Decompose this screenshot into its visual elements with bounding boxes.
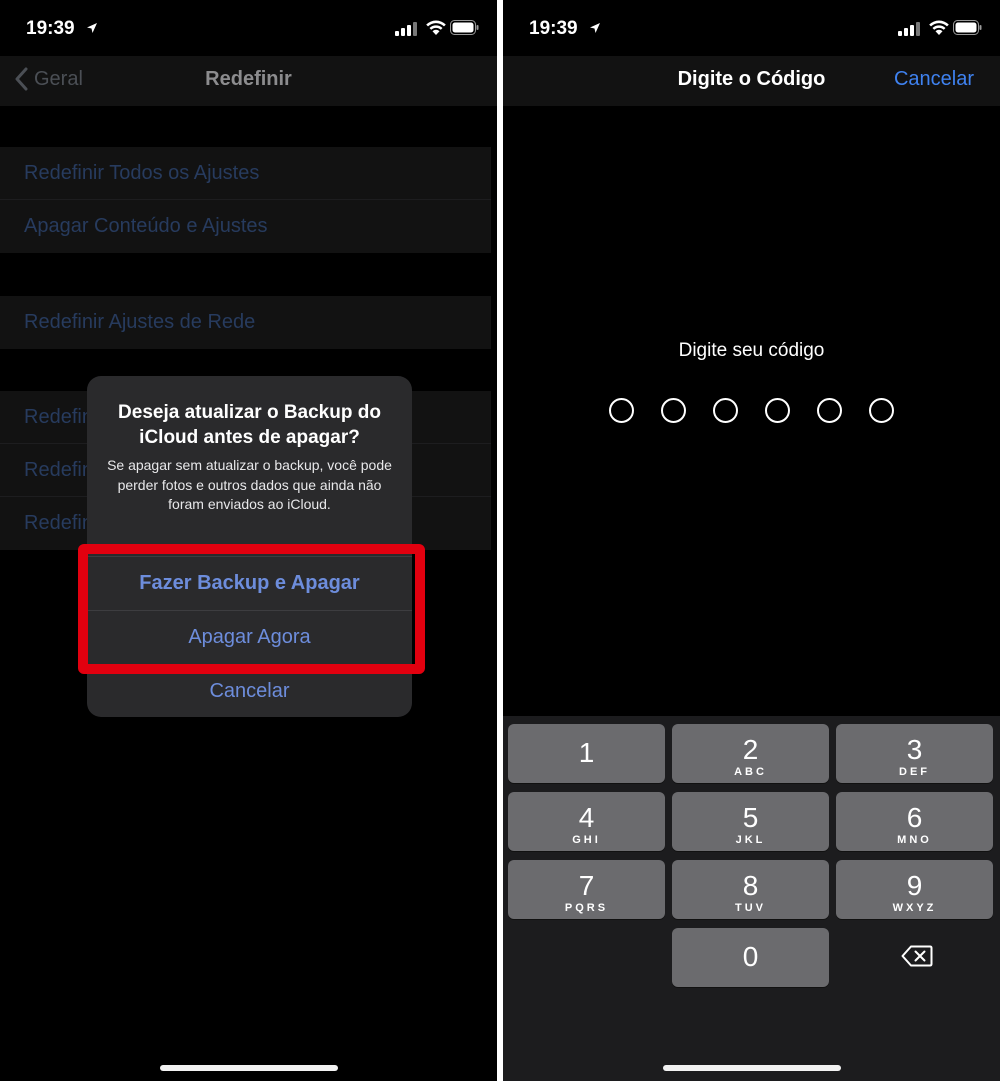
settings-group-1: Redefinir Todos os Ajustes Apagar Conteú… bbox=[0, 147, 491, 253]
wifi-icon bbox=[929, 20, 949, 35]
home-indicator[interactable] bbox=[662, 1065, 841, 1071]
cellular-signal-icon bbox=[898, 22, 920, 36]
alert-title: Deseja atualizar o Backup do iCloud ante… bbox=[118, 402, 381, 448]
key-6[interactable]: 6 MNO bbox=[836, 792, 993, 851]
key-0[interactable]: 0 bbox=[672, 928, 829, 987]
alert-message: Se apagar sem atualizar o backup, você p… bbox=[107, 457, 392, 512]
passcode-dot bbox=[661, 398, 686, 423]
settings-group-2: Redefinir Ajustes de Rede bbox=[0, 296, 491, 349]
location-arrow-icon bbox=[87, 23, 97, 33]
key-2[interactable]: 2 ABC bbox=[672, 724, 829, 783]
passcode-dot bbox=[713, 398, 738, 423]
key-8[interactable]: 8 TUV bbox=[672, 860, 829, 919]
erase-content-settings-row[interactable]: Apagar Conteúdo e Ajustes bbox=[0, 200, 491, 253]
cellular-signal-icon bbox=[395, 22, 417, 36]
home-indicator[interactable] bbox=[159, 1065, 338, 1071]
passcode-prompt: Digite seu código bbox=[678, 340, 825, 361]
numeric-keypad: 1 2 ABC 3 DEF 4 GHI 5 JKL 6 MNO 7 PQRS 8… bbox=[503, 716, 1000, 1081]
delete-backspace-icon[interactable] bbox=[901, 945, 933, 967]
status-time: 19:39 bbox=[26, 18, 75, 39]
passcode-dots bbox=[503, 398, 1000, 423]
highlight-annotation-box bbox=[78, 544, 425, 674]
cancel-button[interactable]: Cancelar bbox=[894, 68, 974, 91]
status-time: 19:39 bbox=[529, 18, 578, 39]
passcode-dot bbox=[817, 398, 842, 423]
passcode-dot bbox=[609, 398, 634, 423]
status-bar: 19:39 bbox=[0, 0, 497, 56]
reset-settings-screen: 19:39 Geral Redefinir Redefinir Todos os… bbox=[0, 0, 497, 1081]
battery-icon bbox=[450, 20, 479, 35]
location-arrow-icon bbox=[590, 23, 600, 33]
key-7[interactable]: 7 PQRS bbox=[508, 860, 665, 919]
key-9[interactable]: 9 WXYZ bbox=[836, 860, 993, 919]
status-bar: 19:39 bbox=[503, 0, 1000, 56]
passcode-screen: 19:39 Digite o Código Cancelar Digite se… bbox=[503, 0, 1000, 1081]
key-1[interactable]: 1 bbox=[508, 724, 665, 783]
navigation-bar: Digite o Código Cancelar bbox=[503, 56, 1000, 106]
page-title: Redefinir bbox=[205, 68, 292, 90]
wifi-icon bbox=[426, 20, 446, 35]
key-5[interactable]: 5 JKL bbox=[672, 792, 829, 851]
navigation-bar: Geral Redefinir bbox=[0, 56, 497, 106]
battery-icon bbox=[953, 20, 982, 35]
key-3[interactable]: 3 DEF bbox=[836, 724, 993, 783]
reset-network-settings-row[interactable]: Redefinir Ajustes de Rede bbox=[0, 296, 491, 349]
key-4[interactable]: 4 GHI bbox=[508, 792, 665, 851]
passcode-dot bbox=[869, 398, 894, 423]
reset-all-settings-row[interactable]: Redefinir Todos os Ajustes bbox=[0, 147, 491, 200]
passcode-dot bbox=[765, 398, 790, 423]
